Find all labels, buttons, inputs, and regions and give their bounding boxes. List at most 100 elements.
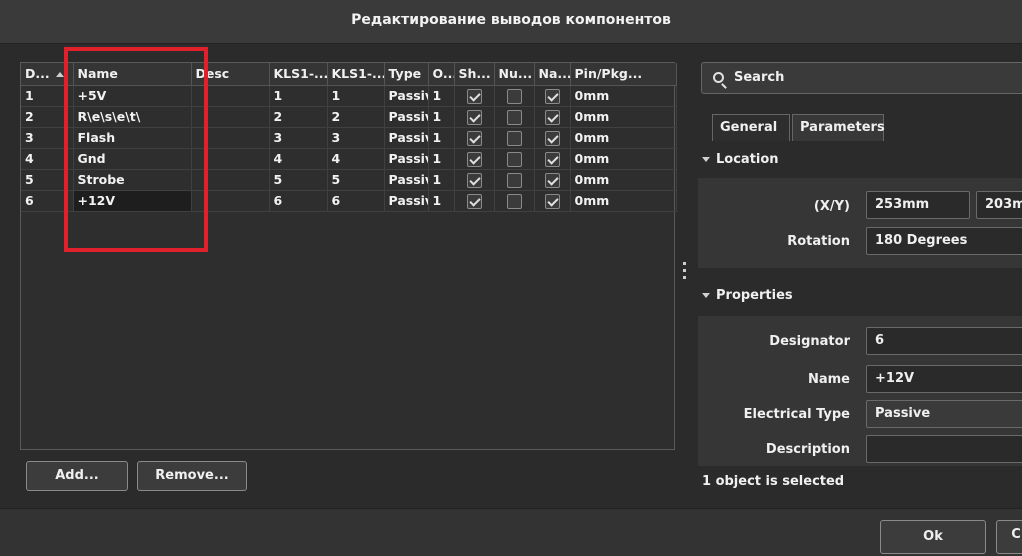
cell-type[interactable]: Passiv [384,148,429,170]
table-row[interactable]: 6+12V66Passiv10mm [21,190,677,212]
show-checkbox[interactable] [466,151,482,167]
cell-name[interactable]: +12V [73,190,192,212]
cell-type[interactable]: Passiv [384,190,429,212]
cell-pin-pkg-length[interactable]: 0mm [570,190,677,212]
cell-type[interactable]: Passiv [384,127,429,149]
cell-kls1-a[interactable]: 3 [269,127,328,149]
column-header-pin-pkg[interactable]: Pin/Pkg... [570,63,677,86]
cell-owner[interactable]: 1 [428,85,455,107]
name-visible-checkbox[interactable] [544,109,560,125]
x-field[interactable]: 253mm [866,191,970,219]
show-checkbox[interactable] [466,109,482,125]
cell-type[interactable]: Passiv [384,85,429,107]
cell-designator[interactable]: 1 [21,85,74,107]
column-header-owner[interactable]: O... [428,63,455,86]
designator-field[interactable]: 6 [866,327,1022,355]
cell-desc[interactable] [191,127,270,149]
properties-section-header[interactable]: Properties [702,288,793,303]
show-checkbox[interactable] [466,130,482,146]
name-visible-checkbox[interactable] [544,193,560,209]
cell-type[interactable]: Passiv [384,106,429,128]
name-visible-checkbox[interactable] [544,151,560,167]
cell-owner[interactable]: 1 [428,169,455,191]
cell-desc[interactable] [191,85,270,107]
cancel-button[interactable]: C [996,520,1022,554]
number-checkbox[interactable] [506,172,522,188]
cell-kls1-b[interactable]: 1 [327,85,385,107]
cell-designator[interactable]: 6 [21,190,74,212]
column-header-type[interactable]: Type [384,63,429,86]
cell-kls1-b[interactable]: 2 [327,106,385,128]
cell-designator[interactable]: 4 [21,148,74,170]
cell-pin-pkg-length[interactable]: 0mm [570,169,677,191]
cell-kls1-b[interactable]: 5 [327,169,385,191]
ok-button[interactable]: Ok [880,520,986,554]
column-header-designator[interactable]: D... [21,63,74,86]
search-box[interactable]: Search [701,62,1022,94]
cell-name[interactable]: Flash [73,127,192,149]
add-button[interactable]: Add... [26,461,128,491]
cell-kls1-a[interactable]: 2 [269,106,328,128]
cell-name[interactable]: R\e\s\e\t\ [73,106,192,128]
table-row[interactable]: 5Strobe55Passiv10mm [21,169,677,191]
column-header-kls1-a[interactable]: KLS1-... [269,63,328,86]
cell-name[interactable]: Strobe [73,169,192,191]
location-section-header[interactable]: Location [702,152,779,167]
cell-owner[interactable]: 1 [428,148,455,170]
cell-name[interactable]: Gnd [73,148,192,170]
name-field[interactable]: +12V [866,365,1022,393]
number-checkbox[interactable] [506,193,522,209]
cell-kls1-a[interactable]: 4 [269,148,328,170]
column-header-name-visible[interactable]: Na... [534,63,571,86]
cell-kls1-b[interactable]: 6 [327,190,385,212]
table-row[interactable]: 1+5V11Passiv10mm [21,85,677,107]
cell-pin-pkg-length[interactable]: 0mm [570,148,677,170]
cell-desc[interactable] [191,169,270,191]
remove-button[interactable]: Remove... [137,461,247,491]
number-checkbox[interactable] [506,88,522,104]
number-checkbox[interactable] [506,109,522,125]
show-checkbox[interactable] [466,88,482,104]
cell-kls1-a[interactable]: 5 [269,169,328,191]
cell-desc[interactable] [191,148,270,170]
cell-kls1-b[interactable]: 4 [327,148,385,170]
column-header-number[interactable]: Nu... [494,63,535,86]
column-header-desc[interactable]: Desc [191,63,270,86]
electrical-type-select[interactable]: Passive [866,400,1022,428]
cell-pin-pkg-length[interactable]: 0mm [570,106,677,128]
name-visible-checkbox[interactable] [544,172,560,188]
column-header-name[interactable]: Name [73,63,192,86]
cell-kls1-a[interactable]: 6 [269,190,328,212]
number-checkbox[interactable] [506,151,522,167]
show-checkbox[interactable] [466,172,482,188]
cell-owner[interactable]: 1 [428,190,455,212]
cell-designator[interactable]: 2 [21,106,74,128]
name-visible-checkbox[interactable] [544,88,560,104]
name-visible-checkbox[interactable] [544,130,560,146]
rotation-select[interactable]: 180 Degrees [866,227,1022,255]
table-row[interactable]: 2R\e\s\e\t\22Passiv10mm [21,106,677,128]
cell-desc[interactable] [191,190,270,212]
cell-pin-pkg-length[interactable]: 0mm [570,127,677,149]
cell-desc[interactable] [191,106,270,128]
tab-parameters[interactable]: Parameters [792,114,885,141]
cell-kls1-b[interactable]: 3 [327,127,385,149]
cell-pin-pkg-length[interactable]: 0mm [570,85,677,107]
show-checkbox[interactable] [466,193,482,209]
cell-designator[interactable]: 5 [21,169,74,191]
description-field[interactable] [866,435,1022,463]
column-header-kls1-b[interactable]: KLS1-... [327,63,385,86]
cell-name[interactable]: +5V [73,85,192,107]
table-row[interactable]: 4Gnd44Passiv10mm [21,148,677,170]
sort-ascending-icon[interactable] [55,72,64,78]
cell-owner[interactable]: 1 [428,127,455,149]
cell-type[interactable]: Passiv [384,169,429,191]
panel-splitter-handle[interactable] [683,262,687,286]
number-checkbox[interactable] [506,130,522,146]
cell-kls1-a[interactable]: 1 [269,85,328,107]
table-row[interactable]: 3Flash33Passiv10mm [21,127,677,149]
y-field[interactable]: 203mm [976,191,1022,219]
cell-designator[interactable]: 3 [21,127,74,149]
cell-owner[interactable]: 1 [428,106,455,128]
tab-general[interactable]: General [712,114,790,141]
